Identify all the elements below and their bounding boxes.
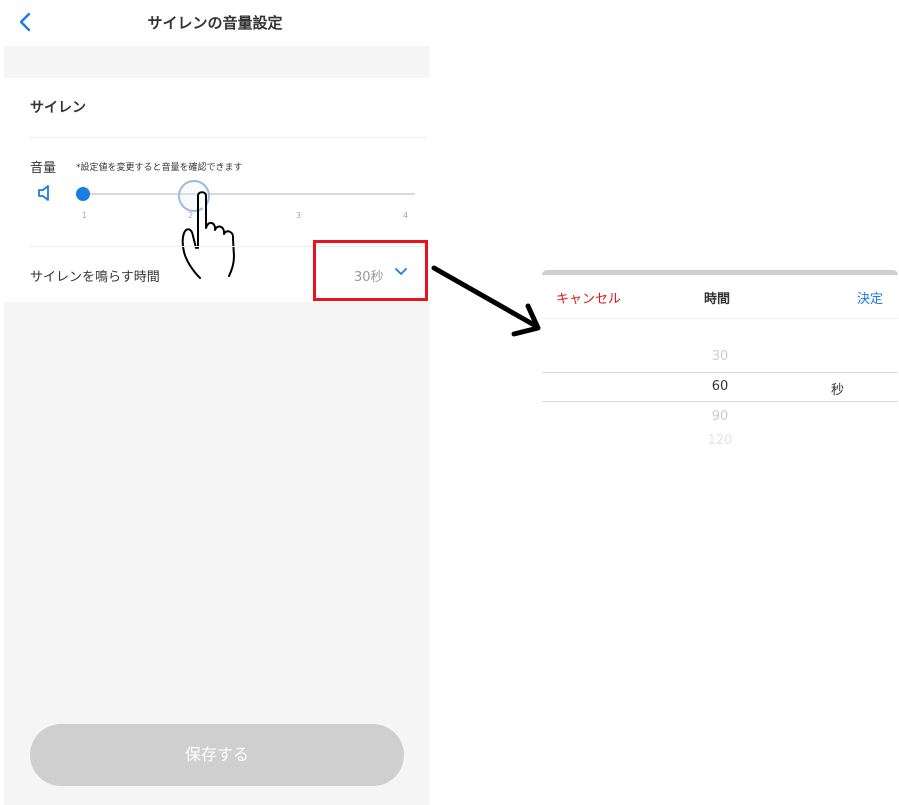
picker-selection-line — [542, 401, 898, 402]
arrow-icon — [431, 265, 541, 337]
siren-duration-label: サイレンを鳴らす時間 — [30, 270, 160, 285]
siren-settings-screen: サイレンの音量設定 サイレン 音量 *設定値を変更すると音量を確認できます 1 … — [0, 0, 430, 805]
slider-tick-label: 3 — [296, 211, 302, 220]
picker-option[interactable]: 30 — [700, 349, 740, 364]
section-title: サイレン — [30, 100, 86, 116]
picker-done-button[interactable]: 決定 — [857, 288, 883, 307]
picker-selection-line — [542, 372, 898, 373]
picker-title: 時間 — [704, 292, 731, 307]
page-title: サイレンの音量設定 — [147, 14, 283, 32]
picker-option[interactable]: 120 — [700, 433, 740, 445]
divider — [30, 137, 426, 138]
volume-label: 音量 — [30, 161, 57, 176]
picker-option-selected[interactable]: 60 — [700, 379, 740, 394]
save-button[interactable]: 保存する — [30, 724, 404, 786]
slider-tick-label: 4 — [403, 211, 409, 220]
picker-cancel-button[interactable]: キャンセル — [556, 288, 621, 307]
slider-tick-label: 1 — [82, 211, 88, 220]
nav-bar: サイレンの音量設定 — [0, 0, 430, 46]
highlight-box — [313, 240, 428, 301]
picker-unit-label: 秒 — [831, 383, 845, 398]
pointing-hand-icon — [181, 191, 235, 279]
picker-top-border — [542, 270, 898, 275]
volume-slider-track[interactable] — [82, 193, 415, 195]
volume-note: *設定値を変更すると音量を確認できます — [76, 163, 243, 173]
picker-option[interactable]: 90 — [700, 409, 740, 424]
volume-slider-knob[interactable] — [76, 187, 90, 201]
picker-header-divider — [542, 318, 898, 319]
speaker-icon — [38, 185, 49, 201]
